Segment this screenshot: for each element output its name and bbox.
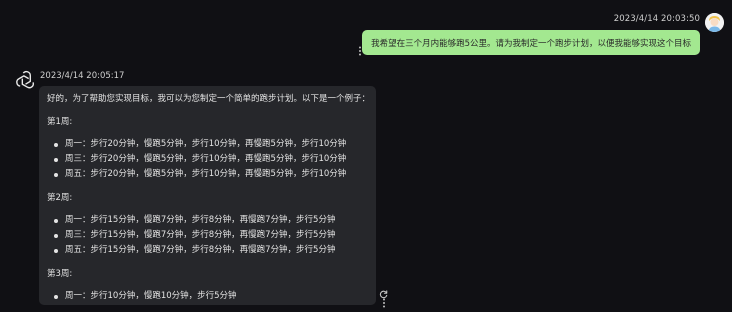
chat-window: 2023/4/14 20:03:50 我希望在三个月内能够跑5公里。请为我制定一… <box>0 0 732 312</box>
list-item-text: 周五：步行20分钟，慢跑5分钟，步行10分钟，再慢跑5分钟，步行10分钟 <box>65 169 347 179</box>
list-item: 周三：步行15分钟，慢跑7分钟，步行8分钟，再慢跑7分钟，步行5分钟 <box>47 228 368 243</box>
bullet-icon <box>54 249 58 253</box>
week-heading: 第3周: <box>47 269 73 279</box>
assistant-message-timestamp: 2023/4/14 20:05:17 <box>40 71 125 81</box>
user-message-text: 我希望在三个月内能够跑5公里。请为我制定一个跑步计划，以便我能够实现这个目标 <box>371 38 691 49</box>
bullet-icon <box>54 158 58 162</box>
week-plan-list: 周一：步行20分钟，慢跑5分钟，步行10分钟，再慢跑5分钟，步行10分钟 周三：… <box>47 137 368 182</box>
list-item: 周一：步行20分钟，慢跑5分钟，步行10分钟，再慢跑5分钟，步行10分钟 <box>47 137 368 152</box>
list-item: 周一：步行15分钟，慢跑7分钟，步行8分钟，再慢跑7分钟，步行5分钟 <box>47 213 368 228</box>
list-item: 周一：步行10分钟，慢跑10分钟，步行5分钟 <box>47 289 368 304</box>
bullet-icon <box>54 143 58 147</box>
list-item-text: 周一：步行15分钟，慢跑7分钟，步行8分钟，再慢跑7分钟，步行5分钟 <box>65 215 336 225</box>
list-item: 周五：步行20分钟，慢跑5分钟，步行10分钟，再慢跑5分钟，步行10分钟 <box>47 167 368 182</box>
list-item-text: 周一：步行20分钟，慢跑5分钟，步行10分钟，再慢跑5分钟，步行10分钟 <box>65 139 347 149</box>
list-item-text: 周三：步行15分钟，慢跑7分钟，步行8分钟，再慢跑7分钟，步行5分钟 <box>65 230 336 240</box>
user-message-timestamp: 2023/4/14 20:03:50 <box>613 14 700 24</box>
user-message-more-icon[interactable] <box>357 46 363 58</box>
list-item-text: 周一：步行10分钟，慢跑10分钟，步行5分钟 <box>65 291 237 301</box>
bullet-icon <box>54 234 58 238</box>
list-item: 周五：步行15分钟，慢跑7分钟，步行8分钟，再慢跑7分钟，步行5分钟 <box>47 243 368 258</box>
refresh-icon[interactable] <box>379 284 388 299</box>
bullet-icon <box>54 219 58 223</box>
user-message-bubble: 我希望在三个月内能够跑5公里。请为我制定一个跑步计划，以便我能够实现这个目标 <box>362 30 700 55</box>
list-item-text: 周三：步行20分钟，慢跑5分钟，步行10分钟，再慢跑5分钟，步行10分钟 <box>65 154 347 164</box>
week-heading: 第1周: <box>47 117 73 127</box>
list-item: 周三：步行20分钟，慢跑5分钟，步行10分钟，再慢跑5分钟，步行10分钟 <box>47 152 368 167</box>
list-item-text: 周五：步行15分钟，慢跑7分钟，步行8分钟，再慢跑7分钟，步行5分钟 <box>65 245 336 255</box>
openai-logo-icon <box>15 70 36 91</box>
bullet-icon <box>54 173 58 177</box>
assistant-intro-text: 好的，为了帮助您实现目标，我可以为您制定一个简单的跑步计划。以下是一个例子： <box>47 94 371 104</box>
week-plan-list: 周一：步行15分钟，慢跑7分钟，步行8分钟，再慢跑7分钟，步行5分钟 周三：步行… <box>47 213 368 258</box>
user-avatar[interactable] <box>705 13 724 32</box>
week-heading: 第2周: <box>47 193 73 203</box>
week-plan-list: 周一：步行10分钟，慢跑10分钟，步行5分钟 <box>47 289 368 304</box>
bullet-icon <box>54 295 58 299</box>
assistant-message-bubble: 好的，为了帮助您实现目标，我可以为您制定一个简单的跑步计划。以下是一个例子： 第… <box>39 86 376 305</box>
assistant-message-more-icon[interactable] <box>381 298 387 310</box>
